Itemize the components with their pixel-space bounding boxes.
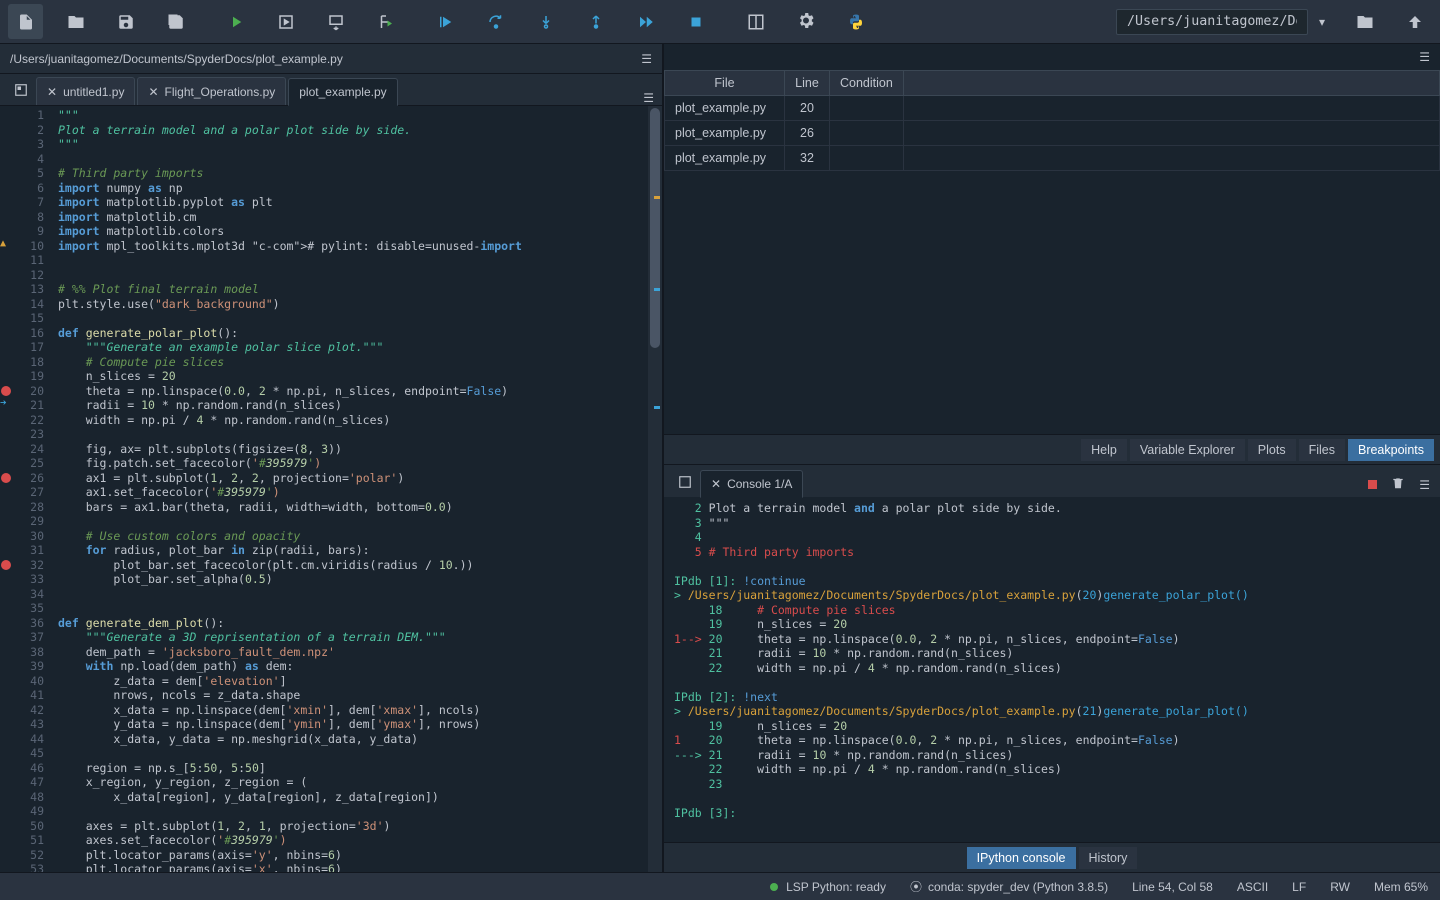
status-rw: RW — [1330, 880, 1350, 894]
breadcrumb: /Users/juanitagomez/Documents/SpyderDocs… — [10, 52, 343, 66]
console-menu-icon[interactable]: ☰ — [1419, 478, 1430, 492]
stop-console-button[interactable] — [1368, 480, 1377, 489]
console-browser-icon[interactable] — [670, 467, 700, 497]
editor-scrollbar[interactable] — [648, 106, 662, 872]
python-path-button[interactable] — [838, 4, 873, 39]
right-bottom-pane-tabs: IPython consoleHistory — [664, 842, 1440, 872]
status-bar: LSP Python: ready ⦿ conda: spyder_dev (P… — [0, 872, 1440, 900]
step-over-button[interactable] — [478, 4, 513, 39]
status-eol: LF — [1292, 880, 1306, 894]
stop-debug-button[interactable] — [678, 4, 713, 39]
table-row[interactable]: plot_example.py20 — [665, 96, 1440, 121]
status-conda[interactable]: ⦿ conda: spyder_dev (Python 3.8.5) — [910, 878, 1108, 895]
pane-tab-help[interactable]: Help — [1081, 439, 1127, 461]
save-all-button[interactable] — [158, 4, 193, 39]
tab-untitled1[interactable]: ✕untitled1.py — [36, 77, 135, 105]
right-top-pane-tabs: HelpVariable ExplorerPlotsFilesBreakpoin… — [664, 434, 1440, 464]
editor-tab-bar: ✕untitled1.py ✕Flight_Operations.py plot… — [0, 74, 662, 106]
pane-tab-history[interactable]: History — [1079, 847, 1138, 869]
step-out-button[interactable] — [578, 4, 613, 39]
file-browser-icon[interactable] — [6, 75, 36, 105]
status-cursor-pos: Line 54, Col 58 — [1132, 880, 1213, 894]
run-button[interactable] — [218, 4, 253, 39]
debug-button[interactable] — [428, 4, 463, 39]
browse-dir-button[interactable] — [1347, 4, 1382, 39]
code-editor[interactable]: ➔▲ 1234567891011121314151617181920212223… — [0, 106, 662, 872]
parent-dir-button[interactable] — [1397, 4, 1432, 39]
status-encoding: ASCII — [1237, 880, 1268, 894]
remove-console-button[interactable] — [1391, 476, 1405, 493]
pane-tab-breakpoints[interactable]: Breakpoints — [1348, 439, 1434, 461]
status-lsp[interactable]: LSP Python: ready — [768, 880, 886, 894]
tab-menu-icon[interactable]: ☰ — [635, 91, 662, 105]
save-button[interactable] — [108, 4, 143, 39]
status-mem: Mem 65% — [1374, 880, 1428, 894]
run-cell-button[interactable] — [268, 4, 303, 39]
breadcrumb-bar: /Users/juanitagomez/Documents/SpyderDocs… — [0, 44, 662, 74]
table-row[interactable]: plot_example.py32 — [665, 146, 1440, 171]
col-condition[interactable]: Condition — [830, 71, 904, 96]
maximize-pane-button[interactable] — [738, 4, 773, 39]
console-tab[interactable]: ✕Console 1/A — [700, 470, 803, 498]
tab-flight-operations[interactable]: ✕Flight_Operations.py — [137, 77, 286, 105]
ipython-console[interactable]: 2 Plot a terrain model and a polar plot … — [664, 497, 1440, 842]
close-icon[interactable]: ✕ — [47, 85, 57, 99]
path-dropdown-button[interactable]: ▾ — [1312, 4, 1332, 39]
pane-tab-files[interactable]: Files — [1299, 439, 1345, 461]
working-dir-input[interactable] — [1116, 9, 1308, 35]
table-row[interactable]: plot_example.py26 — [665, 121, 1440, 146]
breakpoints-table: File Line Condition plot_example.py20plo… — [664, 70, 1440, 171]
continue-button[interactable] — [628, 4, 663, 39]
close-icon[interactable]: ✕ — [148, 85, 158, 99]
run-cell-advance-button[interactable] — [318, 4, 353, 39]
pane-tab-variable-explorer[interactable]: Variable Explorer — [1130, 439, 1245, 461]
step-into-button[interactable] — [528, 4, 563, 39]
open-file-button[interactable] — [58, 4, 93, 39]
preferences-button[interactable] — [788, 4, 823, 39]
breakpoints-pane: File Line Condition plot_example.py20plo… — [664, 70, 1440, 434]
run-selection-button[interactable] — [368, 4, 403, 39]
pane-tab-plots[interactable]: Plots — [1248, 439, 1296, 461]
breakpoints-menu-icon[interactable]: ☰ — [1419, 50, 1430, 64]
pane-tab-ipython-console[interactable]: IPython console — [967, 847, 1076, 869]
tab-plot-example[interactable]: plot_example.py — [288, 78, 397, 106]
main-toolbar: ▾ — [0, 0, 1440, 44]
close-icon[interactable]: ✕ — [711, 477, 721, 491]
editor-options-icon[interactable]: ☰ — [641, 52, 652, 66]
col-line[interactable]: Line — [785, 71, 830, 96]
col-file[interactable]: File — [665, 71, 785, 96]
new-file-button[interactable] — [8, 4, 43, 39]
